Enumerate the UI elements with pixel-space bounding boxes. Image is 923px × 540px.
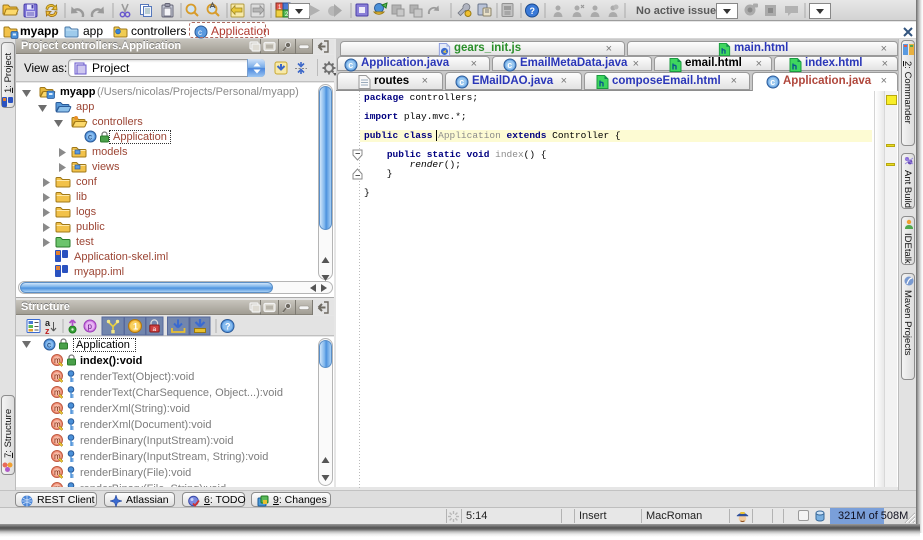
svg-text:?: ? [530, 6, 536, 16]
svg-text:p: p [88, 322, 93, 331]
svg-text:?: ? [225, 322, 231, 332]
svg-text:c: c [47, 341, 51, 350]
svg-text:a: a [153, 326, 157, 333]
svg-text:z: z [45, 326, 50, 336]
svg-text:No active issue: No active issue [636, 5, 716, 17]
svg-text:1: 1 [133, 322, 138, 332]
